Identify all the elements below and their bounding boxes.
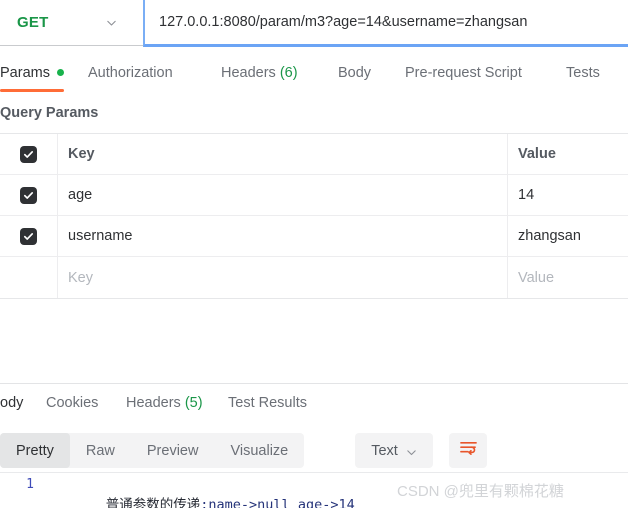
view-pretty-label: Pretty xyxy=(16,442,54,459)
url-bar: GET 127.0.0.1:8080/param/m3?age=14&usern… xyxy=(0,0,628,47)
chevron-down-icon xyxy=(106,17,117,28)
request-url-input[interactable]: 127.0.0.1:8080/param/m3?age=14&username=… xyxy=(143,0,628,47)
response-tab-headers-count: (5) xyxy=(184,395,203,411)
param-key-input-empty[interactable]: Key xyxy=(58,257,508,298)
tab-pre-request-script[interactable]: Pre-request Script xyxy=(405,56,522,89)
response-view-segmented-control: Pretty Raw Preview Visualize xyxy=(0,433,305,468)
tab-authorization-label: Authorization xyxy=(88,64,173,81)
request-tabs: Params Authorization Headers (6) Body Pr… xyxy=(0,56,628,92)
tab-headers-count: (6) xyxy=(279,64,298,81)
checkbox-checked-icon[interactable] xyxy=(20,186,37,204)
tab-tests[interactable]: Tests xyxy=(566,56,600,89)
query-params-table: Key Value age 14 username zhangsan Key V… xyxy=(0,133,628,299)
request-url-text: 127.0.0.1:8080/param/m3?age=14&username=… xyxy=(159,14,528,30)
view-raw-label: Raw xyxy=(85,442,115,459)
table-row[interactable]: username zhangsan xyxy=(0,216,628,257)
view-preview-label: Preview xyxy=(146,442,199,459)
param-value-input[interactable]: 14 xyxy=(508,175,628,215)
response-tab-headers[interactable]: Headers (5) xyxy=(126,388,203,418)
row-checkbox-cell[interactable] xyxy=(0,216,58,256)
view-preview-button[interactable]: Preview xyxy=(131,433,215,468)
tab-authorization[interactable]: Authorization xyxy=(88,56,173,89)
table-row[interactable]: age 14 xyxy=(0,175,628,216)
select-all-checkbox-cell[interactable] xyxy=(0,134,58,174)
tab-headers[interactable]: Headers (6) xyxy=(221,56,298,89)
tab-params[interactable]: Params xyxy=(0,56,64,92)
wrap-text-icon xyxy=(459,440,478,462)
param-key-input[interactable]: age xyxy=(58,175,508,215)
response-body-viewer: 1 普通参数的传递:name->null age->14 xyxy=(0,472,628,508)
tab-pre-request-script-label: Pre-request Script xyxy=(405,64,522,81)
response-tab-headers-label: Headers xyxy=(126,395,181,411)
param-key-input[interactable]: username xyxy=(58,216,508,256)
tab-headers-label: Headers xyxy=(221,64,276,81)
response-tab-test-results[interactable]: Test Results xyxy=(228,388,307,418)
column-header-key: Key xyxy=(58,134,508,174)
response-tabs: ody Cookies Headers (5) Test Results xyxy=(0,388,628,418)
response-body-line: 普通参数的传递:name->null age->14 xyxy=(57,477,355,508)
response-tab-cookies-label: Cookies xyxy=(46,395,99,411)
chevron-down-icon xyxy=(406,445,417,456)
checkbox-checked-icon[interactable] xyxy=(20,227,37,245)
param-value-input[interactable]: zhangsan xyxy=(508,216,628,256)
line-number: 1 xyxy=(26,477,34,492)
column-header-value: Value xyxy=(518,146,556,162)
response-tab-cookies[interactable]: Cookies xyxy=(46,388,98,418)
tab-params-label: Params xyxy=(0,64,50,81)
row-checkbox-cell[interactable] xyxy=(0,175,58,215)
response-body-text-cjk: 普通参数的传递 xyxy=(105,497,201,508)
response-tab-test-results-label: Test Results xyxy=(228,395,307,411)
tab-tests-label: Tests xyxy=(566,64,600,81)
query-params-title: Query Params xyxy=(0,105,99,121)
http-method-label: GET xyxy=(17,14,49,31)
response-tab-body[interactable]: ody xyxy=(0,388,23,418)
param-value-input-empty[interactable]: Value xyxy=(508,257,628,298)
table-row-empty[interactable]: Key Value xyxy=(0,257,628,298)
active-tab-underline xyxy=(0,89,64,92)
response-body-text-ascii: :name->null age->14 xyxy=(200,497,355,508)
response-format-select[interactable]: Text xyxy=(355,433,433,468)
postman-request-response-panel: GET 127.0.0.1:8080/param/m3?age=14&usern… xyxy=(0,0,628,508)
view-visualize-button[interactable]: Visualize xyxy=(214,433,304,468)
tab-body-label: Body xyxy=(338,64,372,81)
view-visualize-label: Visualize xyxy=(230,442,289,459)
table-header-row: Key Value xyxy=(0,134,628,175)
view-pretty-button[interactable]: Pretty xyxy=(0,433,70,468)
row-checkbox-cell[interactable] xyxy=(0,257,58,298)
view-raw-button[interactable]: Raw xyxy=(70,433,131,468)
response-format-value: Text xyxy=(371,442,398,459)
http-method-selector[interactable]: GET xyxy=(0,0,143,46)
checkbox-checked-icon[interactable] xyxy=(20,145,37,163)
green-dot-icon xyxy=(56,68,64,76)
response-tab-body-label: ody xyxy=(0,395,24,411)
tab-body[interactable]: Body xyxy=(338,56,371,89)
panel-divider xyxy=(0,383,628,384)
wrap-text-button[interactable] xyxy=(449,433,487,468)
